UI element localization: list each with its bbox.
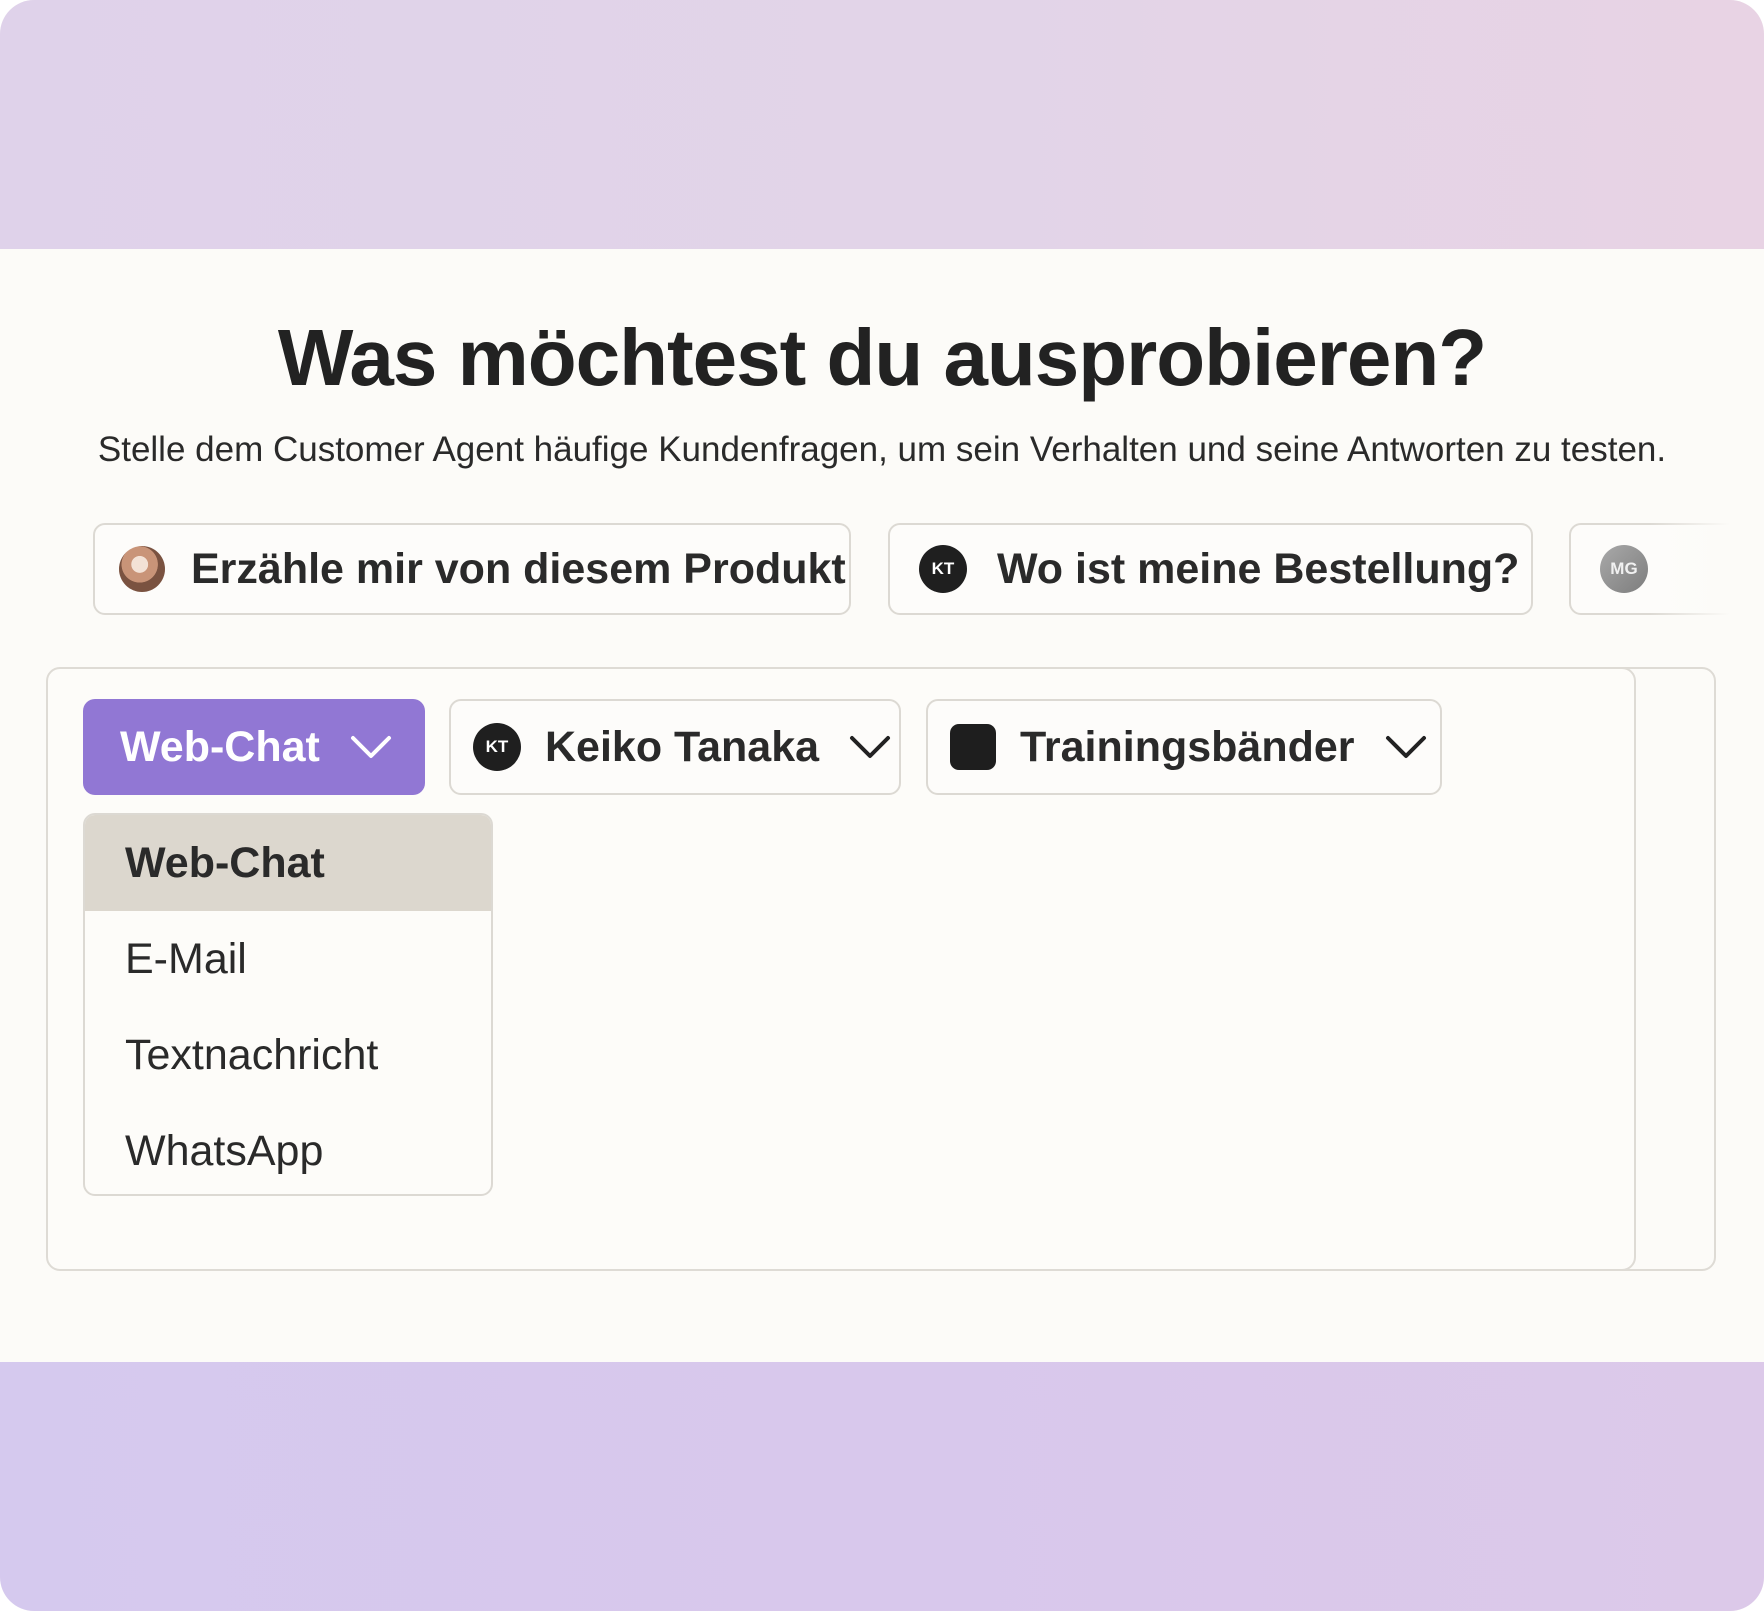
product-select[interactable]: Trainingsbänder [926, 699, 1442, 795]
color-swatch-icon [950, 724, 996, 770]
page-subtitle: Stelle dem Customer Agent häufige Kunden… [97, 430, 1667, 469]
menu-item-whatsapp[interactable]: WhatsApp [85, 1103, 491, 1194]
customer-initials-avatar: KT [919, 545, 967, 593]
product-select-label: Trainingsbänder [1020, 722, 1355, 771]
customer-select-label: Keiko Tanaka [545, 722, 820, 771]
customer-photo-avatar [119, 546, 165, 592]
top-gradient-band [0, 0, 1764, 249]
page-title: Was möchtest du ausprobieren? [277, 313, 1487, 402]
chevron-down-icon [850, 736, 891, 758]
app-frame: Was möchtest du ausprobieren? Stelle dem… [0, 0, 1764, 1611]
chevron-down-icon [1385, 736, 1426, 758]
customer-initials-avatar: MG [1600, 545, 1648, 593]
prompt-chip-product[interactable]: Erzähle mir von diesem Produkt [93, 523, 851, 615]
bottom-gradient-band [0, 1362, 1764, 1611]
menu-item-email[interactable]: E-Mail [85, 911, 491, 1007]
prompt-chip-label: Wo ist meine Bestellung? [997, 544, 1520, 593]
prompt-chip-order[interactable]: KT Wo ist meine Bestellung? [888, 523, 1533, 615]
channel-dropdown-menu: Web-Chat E-Mail Textnachricht WhatsApp [83, 813, 493, 1196]
prompt-chip-label: Erzähle mir von diesem Produkt [191, 544, 846, 593]
channel-select[interactable]: Web-Chat [83, 699, 425, 795]
channel-select-label: Web-Chat [120, 722, 320, 771]
chevron-down-icon [350, 736, 391, 758]
customer-select[interactable]: KT Keiko Tanaka [449, 699, 901, 795]
customer-initials-avatar: KT [473, 723, 521, 771]
menu-item-text-message[interactable]: Textnachricht [85, 1007, 491, 1103]
chip-scroll-fade [1650, 515, 1764, 625]
menu-item-web-chat[interactable]: Web-Chat [85, 815, 491, 911]
